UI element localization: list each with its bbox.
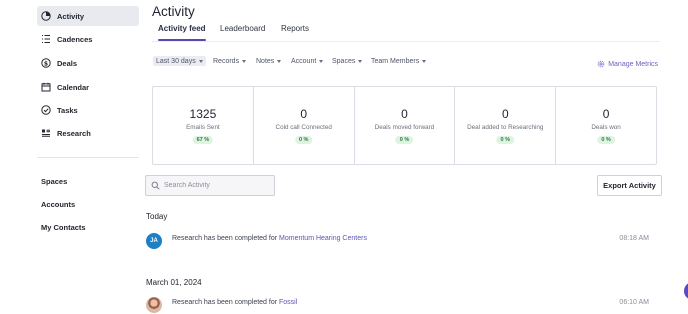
chat-launcher-button[interactable] bbox=[684, 282, 688, 300]
export-activity-button[interactable]: Export Activity bbox=[597, 175, 662, 196]
metric-label: Deals moved forward bbox=[374, 124, 435, 131]
manage-metrics-link[interactable]: Manage Metrics bbox=[597, 60, 658, 68]
sidebar-item-cadences[interactable]: Cadences bbox=[37, 29, 139, 49]
filter-date-range[interactable]: Last 30 days bbox=[153, 56, 206, 66]
search-input[interactable] bbox=[164, 182, 272, 189]
metric-label: Deal added to Researching bbox=[467, 124, 544, 131]
sidebar-link-my-contacts[interactable]: My Contacts bbox=[41, 223, 86, 232]
check-circle-icon bbox=[41, 105, 51, 115]
sidebar-item-label: Calendar bbox=[57, 82, 90, 92]
metric-deal-added-researching: 0 Deal added to Researching 0 % bbox=[455, 87, 557, 164]
filter-label: Team Members bbox=[371, 57, 420, 65]
metric-emails-sent: 1325 Emails Sent 67 % bbox=[153, 87, 254, 164]
sidebar-item-label: Research bbox=[57, 128, 91, 138]
filter-label: Account bbox=[291, 57, 317, 65]
metric-value: 1325 bbox=[189, 107, 217, 121]
tab-leaderboard[interactable]: Leaderboard bbox=[220, 24, 265, 33]
sidebar-item-deals[interactable]: $ Deals bbox=[37, 53, 139, 73]
metric-label: Emails Sent bbox=[186, 124, 220, 131]
feed-message: Research has been completed for bbox=[172, 299, 280, 306]
tab-activity-feed[interactable]: Activity feed bbox=[158, 24, 206, 41]
search-icon bbox=[151, 181, 160, 190]
filter-account[interactable]: Account bbox=[291, 56, 324, 66]
tab-bar: Activity feed Leaderboard Reports bbox=[152, 22, 660, 42]
sidebar-item-tasks[interactable]: Tasks bbox=[37, 100, 139, 120]
list-icon bbox=[42, 35, 50, 43]
feed-text: Research has been completed for Momentum… bbox=[172, 235, 367, 242]
metric-value: 0 bbox=[300, 107, 308, 121]
chevron-down-icon bbox=[422, 59, 427, 63]
sidebar-item-activity[interactable]: Activity bbox=[37, 6, 139, 26]
metric-cold-call-connected: 0 Cold call Connected 0 % bbox=[254, 87, 355, 164]
filter-label: Records bbox=[213, 57, 240, 65]
metric-badge: 0 % bbox=[395, 136, 414, 144]
metric-deals-won: 0 Deals won 0 % bbox=[556, 87, 656, 164]
sidebar-item-calendar[interactable]: Calendar bbox=[37, 77, 139, 97]
metric-value: 0 bbox=[501, 107, 509, 121]
metrics-card: 1325 Emails Sent 67 % 0 Cold call Connec… bbox=[152, 86, 657, 165]
sidebar-item-research[interactable]: Research bbox=[37, 123, 139, 143]
filter-notes[interactable]: Notes bbox=[256, 56, 282, 66]
gear-icon bbox=[597, 60, 605, 68]
filter-label: Spaces bbox=[332, 57, 356, 65]
sidebar: Activity Cadences $ Deals Calendar Tasks… bbox=[0, 0, 146, 314]
filter-label: Notes bbox=[256, 57, 275, 65]
avatar bbox=[146, 297, 162, 313]
feed-time: 06:10 AM bbox=[619, 299, 649, 306]
research-icon bbox=[42, 129, 50, 137]
feed-row: JA Research has been completed for Momen… bbox=[146, 233, 649, 251]
svg-text:$: $ bbox=[44, 60, 48, 67]
filter-records[interactable]: Records bbox=[213, 56, 247, 66]
tab-reports[interactable]: Reports bbox=[281, 24, 309, 33]
feed-group-title: Today bbox=[146, 212, 168, 221]
sidebar-item-label: Deals bbox=[57, 58, 78, 68]
feed-group-title: March 01, 2024 bbox=[146, 278, 202, 287]
pie-chart-icon bbox=[41, 11, 51, 21]
chevron-down-icon bbox=[319, 59, 324, 63]
feed-text: Research has been completed for Fossil bbox=[172, 299, 297, 306]
chevron-down-icon bbox=[242, 59, 247, 63]
sidebar-divider bbox=[37, 157, 139, 158]
chevron-down-icon bbox=[277, 59, 282, 63]
dollar-icon: $ bbox=[41, 58, 51, 68]
chevron-down-icon bbox=[198, 59, 203, 63]
page-title: Activity bbox=[152, 4, 195, 19]
metric-value: 0 bbox=[401, 107, 408, 121]
metric-badge: 0 % bbox=[496, 136, 515, 144]
feed-link-company[interactable]: Fossil bbox=[279, 299, 297, 306]
filter-label: Last 30 days bbox=[156, 57, 196, 65]
filter-spaces[interactable]: Spaces bbox=[332, 56, 363, 66]
metric-deals-moved-forward: 0 Deals moved forward 0 % bbox=[355, 87, 456, 164]
avatar: JA bbox=[146, 233, 162, 249]
feed-time: 08:18 AM bbox=[619, 235, 649, 242]
sidebar-item-label: Cadences bbox=[57, 34, 93, 44]
calendar-icon bbox=[41, 82, 51, 92]
metric-badge: 0 % bbox=[294, 136, 313, 144]
metric-value: 0 bbox=[602, 107, 610, 121]
manage-metrics-label: Manage Metrics bbox=[608, 60, 658, 68]
feed-link-company[interactable]: Momentum Hearing Centers bbox=[279, 235, 367, 242]
sidebar-item-label: Activity bbox=[57, 11, 85, 21]
feed-row: Research has been completed for Fossil 0… bbox=[146, 297, 649, 314]
metric-label: Deals won bbox=[591, 124, 621, 131]
metric-badge: 0 % bbox=[597, 136, 615, 144]
metric-badge: 67 % bbox=[192, 136, 214, 144]
filter-team-members[interactable]: Team Members bbox=[371, 56, 427, 66]
sidebar-link-accounts[interactable]: Accounts bbox=[41, 200, 75, 209]
sidebar-link-spaces[interactable]: Spaces bbox=[41, 177, 67, 186]
chevron-down-icon bbox=[358, 59, 363, 63]
feed-message: Research has been completed for bbox=[172, 235, 280, 242]
search-box bbox=[145, 175, 275, 196]
sidebar-item-label: Tasks bbox=[57, 105, 78, 115]
metric-label: Cold call Connected bbox=[275, 124, 332, 131]
